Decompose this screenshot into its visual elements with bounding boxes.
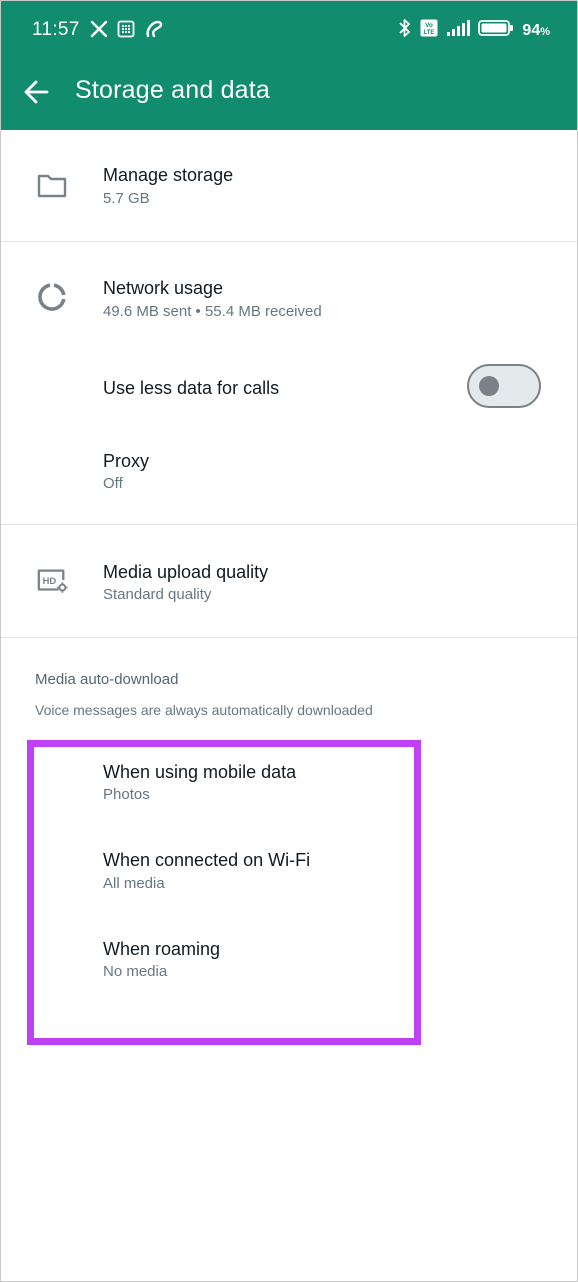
sim-toolkit-icon — [117, 20, 135, 43]
toolbar: Storage and data — [0, 60, 578, 130]
svg-text:HD: HD — [43, 575, 57, 586]
svg-text:LTE: LTE — [424, 30, 435, 36]
media-upload-quality-title: Media upload quality — [103, 562, 269, 582]
use-less-data-title: Use less data for calls — [103, 378, 280, 398]
status-bar: 11:57 Vo LTE 94% — [0, 0, 578, 60]
page-title: Storage and data — [75, 76, 271, 104]
media-upload-quality-item[interactable]: HD Media upload quality Standard quality — [0, 526, 578, 636]
battery-percent: 94% — [522, 21, 550, 39]
network-usage-subtitle: 49.6 MB sent • 55.4 MB received — [103, 303, 322, 320]
auto-download-note: Voice messages are always automatically … — [35, 702, 373, 718]
manage-storage-title: Manage storage — [103, 165, 234, 185]
use-less-data-toggle[interactable] — [467, 364, 541, 408]
signal-icon — [446, 19, 471, 42]
volte-icon: Vo LTE — [420, 19, 438, 42]
proxy-subtitle: Off — [103, 475, 123, 492]
svg-text:Vo: Vo — [426, 22, 434, 29]
battery-icon — [478, 19, 514, 42]
manage-storage-subtitle: 5.7 GB — [103, 190, 150, 207]
toggle-knob — [479, 376, 499, 396]
network-usage-item[interactable]: Network usage 49.6 MB sent • 55.4 MB rec… — [0, 243, 578, 343]
x-app-icon — [90, 20, 108, 43]
status-right-icons: Vo LTE 94% — [398, 18, 550, 43]
proxy-title: Proxy — [103, 451, 150, 471]
proxy-item[interactable]: Proxy Off — [0, 428, 578, 524]
folder-icon — [36, 169, 68, 201]
back-arrow-icon — [24, 80, 49, 104]
airtel-icon — [144, 20, 164, 43]
status-time: 11:57 — [32, 19, 80, 40]
back-button[interactable] — [20, 76, 52, 108]
hd-settings-icon: HD — [36, 565, 68, 597]
app-bar: 11:57 Vo LTE 94% Storage and data — [0, 0, 578, 130]
divider — [0, 241, 578, 242]
data-usage-icon — [36, 281, 68, 313]
manage-storage-item[interactable]: Manage storage 5.7 GB — [0, 130, 578, 242]
highlight-box — [27, 740, 421, 1045]
status-left-icons — [90, 20, 164, 43]
bluetooth-icon — [398, 18, 412, 43]
media-upload-quality-subtitle: Standard quality — [103, 586, 212, 603]
divider — [0, 524, 578, 525]
auto-download-header: Media auto-download — [35, 671, 179, 688]
network-usage-title: Network usage — [103, 278, 224, 298]
divider — [0, 637, 578, 638]
